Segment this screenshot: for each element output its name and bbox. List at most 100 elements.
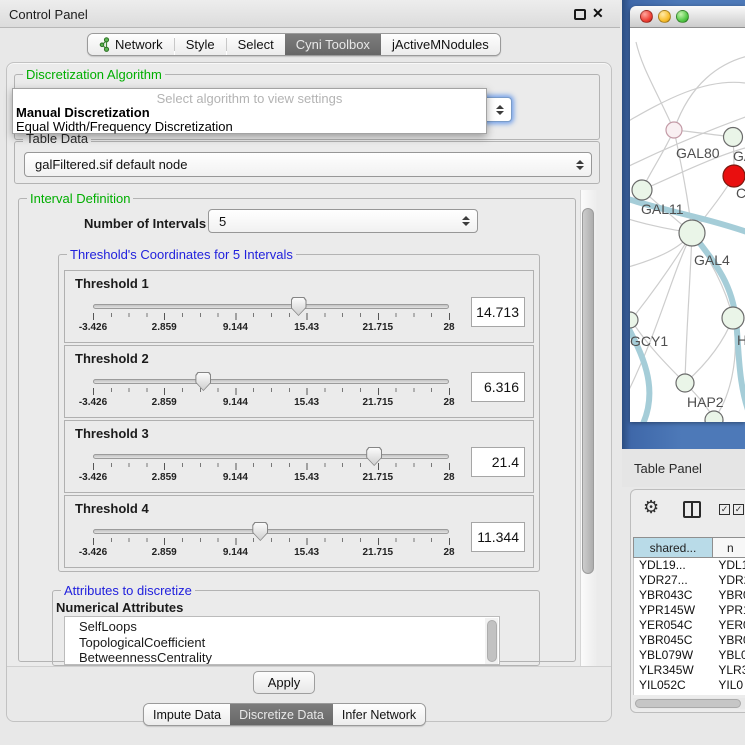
table-cell[interactable]: YBR045C (634, 633, 713, 648)
table-cell[interactable]: YPR1 (713, 603, 745, 618)
table-row[interactable]: YPR145WYPR1 (634, 603, 745, 618)
node-label: GCY1 (630, 333, 668, 349)
gear-icon[interactable]: ⚙ (643, 497, 659, 518)
attribute-list-item[interactable]: SelfLoops (79, 619, 499, 635)
tab-label: Network (115, 37, 163, 52)
table-cell[interactable]: YBR043C (634, 588, 713, 603)
tab-style[interactable]: Style (175, 34, 226, 55)
slider-track[interactable] (93, 454, 449, 459)
scrollbar-thumb[interactable] (487, 620, 497, 662)
threshold-panel: Threshold 1-3.4262.8599.14415.4321.71528… (64, 270, 534, 343)
attribute-list-item[interactable]: BetweennessCentrality (79, 650, 499, 665)
table-row[interactable]: YLR345WYLR3 (634, 663, 745, 678)
tick-label: 21.715 (363, 397, 394, 408)
table-cell[interactable]: YDR2 (713, 573, 745, 588)
node-label: GAL80 (676, 145, 720, 161)
table-cell[interactable]: YBL079W (634, 648, 713, 663)
network-node[interactable] (632, 180, 652, 200)
table-hscrollbar-track[interactable] (633, 698, 745, 709)
attributes-list-scrollbar[interactable] (485, 618, 498, 665)
minimize-traffic-light-icon[interactable] (658, 10, 671, 23)
network-window-titlebar[interactable] (630, 6, 745, 28)
top-tab-bar: Network Style Select Cyni Toolbox jActiveMNo… (87, 33, 501, 56)
network-canvas[interactable]: GAL80 GA C GAL11 GAL4 GCY1 H HAP2 (630, 28, 745, 422)
tab-jactivemnodules[interactable]: jActiveMNodules (381, 34, 500, 55)
attribute-list-item[interactable]: TopologicalCoefficient (79, 635, 499, 651)
popup-option-equal-width[interactable]: Equal Width/Frequency Discretization (16, 119, 233, 134)
slider-track[interactable] (93, 529, 449, 534)
node-label: H (737, 332, 745, 348)
threshold-label: Threshold 1 (75, 276, 149, 291)
tab-label: Select (238, 37, 274, 52)
network-node[interactable] (676, 374, 694, 392)
table-cell[interactable]: YPR145W (634, 603, 713, 618)
panel-title: Control Panel (9, 7, 88, 22)
tick-label: -3.426 (79, 547, 107, 558)
table-data-combobox[interactable]: galFiltered.sif default node (24, 152, 592, 177)
table-row[interactable]: YDL19...YDL1 (634, 558, 745, 573)
table-row[interactable]: YBR045CYBR0 (634, 633, 745, 648)
table-cell[interactable]: YBR0 (713, 633, 745, 648)
threshold-value-field[interactable]: 11.344 (471, 522, 525, 552)
numerical-attributes-label: Numerical Attributes (56, 600, 183, 615)
threshold-value-field[interactable]: 14.713 (471, 297, 525, 327)
network-node-selected[interactable] (723, 165, 745, 187)
tick-label: 15.43 (294, 322, 319, 333)
table-cell[interactable]: YLR3 (713, 663, 745, 678)
tick-label: 15.43 (294, 547, 319, 558)
close-traffic-light-icon[interactable] (640, 10, 653, 23)
tab-network[interactable]: Network (88, 34, 174, 55)
table-cell[interactable]: YDL19... (634, 558, 713, 573)
tick-label: 28 (443, 547, 454, 558)
column-header[interactable]: n (713, 537, 745, 558)
table-cell[interactable]: YBR0 (713, 588, 745, 603)
network-node[interactable] (724, 128, 743, 147)
node-label: GAL4 (694, 252, 730, 268)
tick-label: 21.715 (363, 472, 394, 483)
slider-track[interactable] (93, 379, 449, 384)
tick-label: 15.43 (294, 472, 319, 483)
table-row[interactable]: YBR043CYBR0 (634, 588, 745, 603)
table-cell[interactable]: YIL0 (713, 678, 745, 693)
table-cell[interactable]: YBL0 (713, 648, 745, 663)
tab-select[interactable]: Select (227, 34, 285, 55)
tab-discretize-data[interactable]: Discretize Data (230, 704, 333, 725)
network-node[interactable] (679, 220, 705, 246)
interval-definition-label: Interval Definition (27, 191, 133, 206)
apply-button[interactable]: Apply (253, 671, 315, 694)
network-node[interactable] (630, 312, 638, 328)
table-cell[interactable]: YIL052C (634, 678, 713, 693)
network-node[interactable] (666, 122, 682, 138)
table-cell[interactable]: YER054C (634, 618, 713, 633)
table-row[interactable]: YIL052CYIL0 (634, 678, 745, 693)
table-cell[interactable]: YLR345W (634, 663, 713, 678)
tab-infer-network[interactable]: Infer Network (333, 704, 425, 725)
threshold-value-field[interactable]: 6.316 (471, 372, 525, 402)
zoom-traffic-light-icon[interactable] (676, 10, 689, 23)
close-icon[interactable]: ✕ (592, 5, 604, 22)
table-row[interactable]: YER054CYER0 (634, 618, 745, 633)
tab-impute-data[interactable]: Impute Data (144, 704, 230, 725)
number-of-intervals-combobox[interactable]: 5 (208, 209, 478, 233)
checkbox-icon[interactable]: ✓ (733, 504, 744, 515)
slider-track[interactable] (93, 304, 449, 309)
table-row[interactable]: YBL079WYBL0 (634, 648, 745, 663)
popup-option-manual[interactable]: Manual Discretization (16, 105, 150, 120)
table-row[interactable]: YDR27...YDR2 (634, 573, 745, 588)
table-cell[interactable]: YER0 (713, 618, 745, 633)
tab-label: Infer Network (342, 708, 416, 722)
table-cell[interactable]: YDR27... (634, 573, 713, 588)
network-node[interactable] (705, 411, 723, 422)
network-node[interactable] (722, 307, 744, 329)
main-scrollbar-thumb[interactable] (582, 208, 594, 574)
checkbox-icon[interactable]: ✓ (719, 504, 730, 515)
tab-label: Cyni Toolbox (296, 37, 370, 52)
column-header[interactable]: shared... (633, 537, 713, 558)
table-cell[interactable]: YDL1 (713, 558, 745, 573)
threshold-label: Threshold 2 (75, 351, 149, 366)
split-columns-icon[interactable] (683, 501, 701, 518)
float-window-icon[interactable] (574, 9, 586, 20)
table-hscrollbar-thumb[interactable] (635, 699, 741, 708)
tab-cyni-toolbox[interactable]: Cyni Toolbox (285, 34, 381, 55)
threshold-value-field[interactable]: 21.4 (471, 447, 525, 477)
